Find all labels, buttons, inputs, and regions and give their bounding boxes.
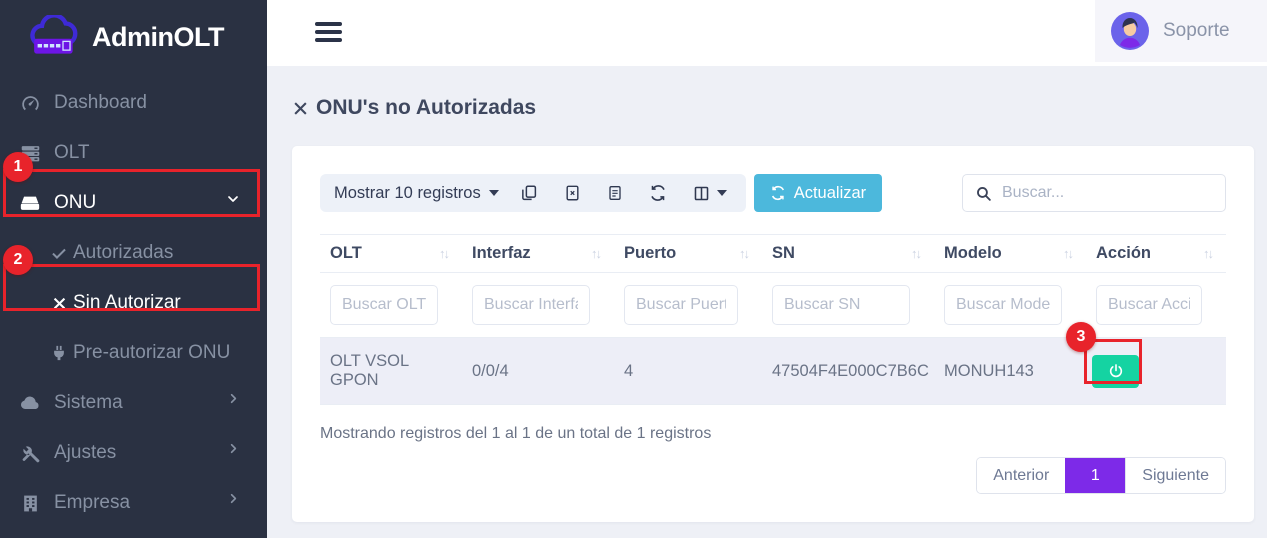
caret-down-icon [489, 190, 499, 196]
filter-cell [320, 273, 462, 338]
gauge-icon [18, 91, 42, 115]
cloud-olt-logo-icon [28, 15, 84, 59]
table-row-cell-sn: 47504F4E000C7B6C [762, 338, 934, 405]
filter-sn-input[interactable] [772, 285, 910, 325]
filter-cell [1086, 273, 1226, 338]
page-length-select[interactable]: Mostrar 10 registros [334, 184, 481, 203]
plug-icon [50, 341, 68, 365]
pagination-next-button[interactable]: Siguiente [1125, 458, 1225, 493]
column-header-sn[interactable]: SN↑↓ [762, 234, 934, 273]
table-row-cell-accion [1086, 338, 1226, 405]
table-info: Mostrando registros del 1 al 1 de un tot… [320, 425, 1226, 443]
brand-name: AdminOLT [92, 22, 224, 53]
annotation-step-2: 2 [3, 245, 33, 275]
user-menu[interactable]: Soporte [1095, 0, 1267, 62]
sidebar-item-onu[interactable]: ONU [0, 178, 267, 228]
sidebar-item-sin-autorizar[interactable]: Sin Autorizar [0, 278, 267, 328]
authorize-power-button[interactable] [1092, 355, 1139, 388]
close-icon [292, 100, 309, 117]
sidebar-item-autorizadas[interactable]: Autorizadas [0, 228, 267, 278]
avatar [1111, 12, 1149, 50]
sidebar: AdminOLT Dashboard OLT ONU [0, 0, 267, 538]
sidebar-item-ajustes[interactable]: Ajustes [0, 428, 267, 478]
column-header-puerto[interactable]: Puerto↑↓ [614, 234, 762, 273]
column-header-modelo[interactable]: Modelo↑↓ [934, 234, 1086, 273]
pagination: Anterior 1 Siguiente [976, 457, 1226, 494]
search-input[interactable] [1002, 184, 1213, 202]
menu-toggle-icon[interactable] [315, 22, 342, 42]
sidebar-item-sistema[interactable]: Sistema [0, 378, 267, 428]
filter-cell [614, 273, 762, 338]
refresh-button[interactable] [636, 174, 680, 212]
table-row-cell-olt: OLT VSOL GPON [320, 338, 462, 405]
column-header-interfaz[interactable]: Interfaz↑↓ [462, 234, 614, 273]
search-icon [975, 185, 992, 202]
table-row-cell-interfaz: 0/0/4 [462, 338, 614, 405]
filter-interfaz-input[interactable] [472, 285, 590, 325]
global-search [962, 174, 1226, 212]
excel-export-button[interactable] [551, 174, 594, 212]
check-icon [50, 241, 68, 265]
sort-icon[interactable]: ↑↓ [591, 246, 604, 261]
sort-icon[interactable]: ↑↓ [911, 246, 924, 261]
filter-cell [934, 273, 1086, 338]
chevron-right-icon [226, 391, 241, 406]
sidebar-item-olt[interactable]: OLT [0, 128, 267, 178]
export-button-group: Mostrar 10 registros [320, 174, 746, 212]
brand-logo[interactable]: AdminOLT [0, 0, 267, 66]
sort-icon[interactable]: ↑↓ [1203, 246, 1216, 261]
hdd-icon [18, 191, 42, 215]
topbar: Soporte [267, 0, 1267, 66]
pagination-page-1-button[interactable]: 1 [1065, 458, 1125, 493]
sidebar-item-pre-autorizar-onu[interactable]: Pre-autorizar ONU [0, 328, 267, 378]
tools-icon [18, 441, 42, 465]
table-toolbar: Mostrar 10 registros [320, 174, 1226, 212]
sort-icon[interactable]: ↑↓ [439, 246, 452, 261]
onu-table: OLT↑↓ Interfaz↑↓ Puerto↑↓ SN↑↓ Modelo↑↓ … [320, 234, 1226, 405]
power-icon [1108, 363, 1124, 379]
table-row-cell-modelo: MONUH143 [934, 338, 1086, 405]
building-icon [18, 491, 42, 515]
column-header-accion[interactable]: Acción↑↓ [1086, 234, 1226, 273]
caret-down-icon [717, 190, 727, 196]
filter-cell [462, 273, 614, 338]
table-card: Mostrar 10 registros [292, 146, 1254, 522]
filter-olt-input[interactable] [330, 285, 438, 325]
pagination-row: Anterior 1 Siguiente [320, 457, 1226, 494]
filter-puerto-input[interactable] [624, 285, 738, 325]
column-header-olt[interactable]: OLT↑↓ [320, 234, 462, 273]
actualizar-button[interactable]: Actualizar [754, 174, 882, 212]
cloud-icon [18, 391, 42, 415]
table-row-cell-puerto: 4 [614, 338, 762, 405]
sort-icon[interactable]: ↑↓ [739, 246, 752, 261]
user-name: Soporte [1163, 20, 1230, 42]
chevron-down-icon [225, 191, 241, 207]
copy-button[interactable] [507, 174, 551, 212]
sidebar-nav: Dashboard OLT ONU Autorizadas [0, 78, 267, 528]
main-content: ONU's no Autorizadas Mostrar 10 registro… [267, 66, 1267, 538]
annotation-step-3: 3 [1066, 322, 1096, 352]
sidebar-item-empresa[interactable]: Empresa [0, 478, 267, 528]
filter-accion-input[interactable] [1096, 285, 1202, 325]
column-visibility-button[interactable] [680, 174, 740, 212]
chevron-right-icon [226, 441, 241, 456]
times-icon [50, 291, 68, 315]
file-export-button[interactable] [594, 174, 636, 212]
annotation-step-1: 1 [3, 152, 33, 182]
page-title: ONU's no Autorizadas [267, 66, 1267, 120]
sidebar-item-dashboard[interactable]: Dashboard [0, 78, 267, 128]
sort-icon[interactable]: ↑↓ [1063, 246, 1076, 261]
chevron-right-icon [226, 491, 241, 506]
filter-cell [762, 273, 934, 338]
pagination-prev-button[interactable]: Anterior [977, 458, 1065, 493]
filter-modelo-input[interactable] [944, 285, 1062, 325]
